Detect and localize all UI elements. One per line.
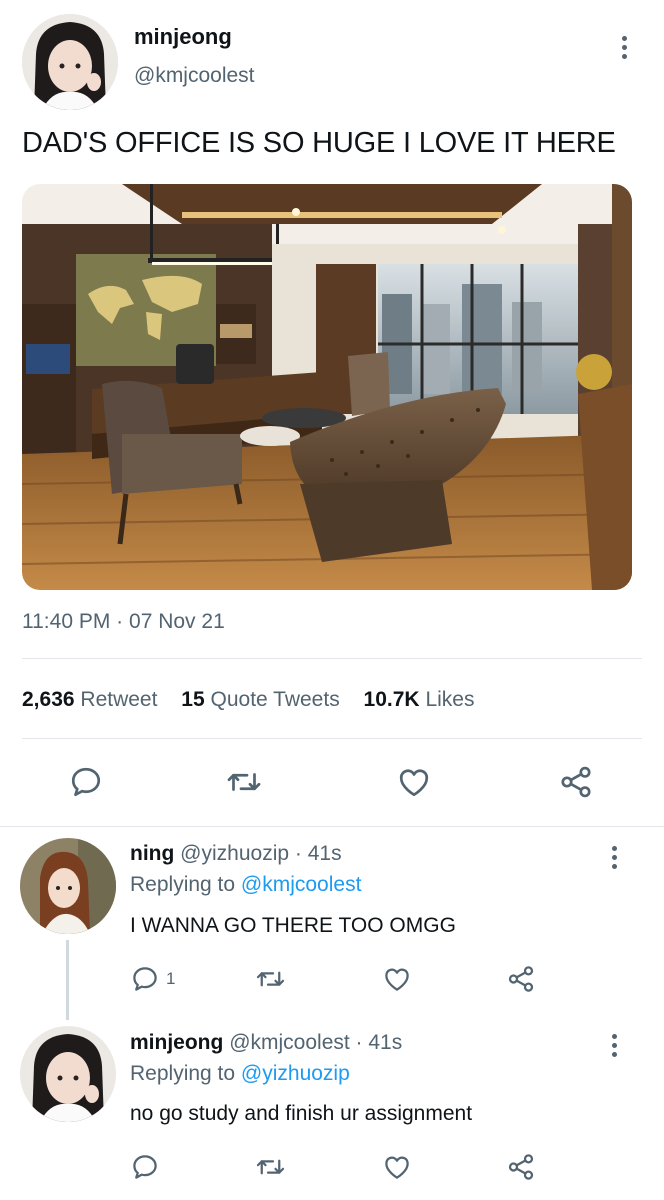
quotes-count: 15 — [181, 688, 205, 711]
reply-author-handle[interactable]: @kmjcoolest — [229, 1031, 350, 1054]
like-icon[interactable] — [382, 1152, 412, 1182]
tweet-date: 07 Nov 21 — [129, 610, 225, 633]
retweets-stat[interactable]: 2,636 Retweet — [22, 688, 163, 711]
like-icon[interactable] — [396, 764, 432, 800]
reply-header: ning @yizhuozip · 41s — [130, 842, 342, 866]
reply-author-name[interactable]: ning — [130, 842, 174, 865]
likes-stat[interactable]: 10.7K Likes — [364, 688, 475, 711]
retweets-count: 2,636 — [22, 688, 75, 711]
reply-avatar[interactable] — [20, 838, 116, 934]
divider — [22, 738, 642, 739]
author-avatar[interactable] — [22, 14, 118, 110]
retweet-icon[interactable] — [254, 1152, 287, 1182]
thread-line — [66, 940, 69, 1020]
share-icon[interactable] — [506, 964, 536, 994]
tweet-text: DAD'S OFFICE IS SO HUGE I LOVE IT HERE — [22, 127, 616, 159]
tweet-timestamp: 11:40 PM · 07 Nov 21 — [22, 610, 225, 634]
reply-icon[interactable] — [68, 764, 104, 800]
retweets-label: Retweet — [80, 688, 158, 711]
divider — [22, 658, 642, 659]
replying-to-prefix: Replying to — [130, 1062, 236, 1085]
reply-author-handle[interactable]: @yizhuozip — [180, 842, 289, 865]
retweet-icon[interactable] — [224, 764, 264, 800]
reply-time: · 41s — [294, 842, 342, 865]
quotes-label: Quote Tweets — [210, 688, 340, 711]
divider — [0, 826, 664, 827]
tweet-stats: 2,636 Retweet 15 Quote Tweets 10.7K Like… — [22, 688, 474, 712]
retweet-icon[interactable] — [254, 964, 287, 994]
share-icon[interactable] — [506, 1152, 536, 1182]
more-vertical-icon[interactable] — [622, 36, 628, 63]
tweet-time: 11:40 PM — [22, 610, 111, 633]
reply-time: · 41s — [355, 1031, 403, 1054]
likes-label: Likes — [425, 688, 475, 711]
replying-to-link[interactable]: @kmjcoolest — [241, 873, 362, 896]
reply-text: I WANNA GO THERE TOO OMGG — [130, 914, 456, 937]
replying-to-prefix: Replying to — [130, 873, 236, 896]
more-vertical-icon[interactable] — [612, 1034, 618, 1061]
more-vertical-icon[interactable] — [612, 846, 618, 873]
reply-author-name[interactable]: minjeong — [130, 1031, 223, 1054]
share-icon[interactable] — [558, 764, 594, 800]
reply-header: minjeong @kmjcoolest · 41s — [130, 1031, 402, 1055]
reply-icon[interactable] — [130, 964, 160, 994]
likes-count: 10.7K — [363, 688, 420, 711]
quotes-stat[interactable]: 15 Quote Tweets — [181, 688, 345, 711]
reply-icon[interactable] — [130, 1152, 160, 1182]
like-icon[interactable] — [382, 964, 412, 994]
reply-text: no go study and finish ur assignment — [130, 1102, 473, 1125]
author-handle[interactable]: @kmjcoolest — [134, 64, 255, 88]
reply-count: 1 — [166, 969, 176, 988]
reply-avatar[interactable] — [20, 1026, 116, 1122]
timestamp-separator: · — [116, 610, 124, 633]
replying-to: Replying to @yizhuozip — [130, 1062, 350, 1086]
replying-to-link[interactable]: @yizhuozip — [241, 1062, 350, 1085]
tweet-image[interactable] — [22, 184, 632, 590]
replying-to: Replying to @kmjcoolest — [130, 873, 361, 897]
author-name[interactable]: minjeong — [134, 24, 232, 50]
